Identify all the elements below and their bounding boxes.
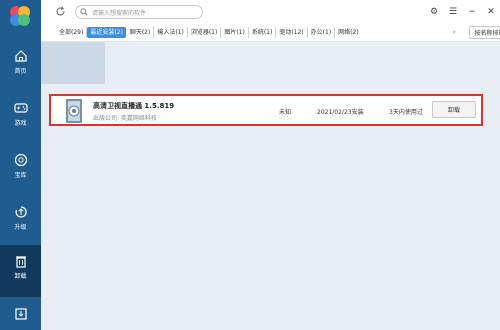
sidebar-item-label: 卸载	[14, 273, 27, 280]
app-size: 未知	[279, 109, 292, 116]
search-input[interactable]: 请输入想搜索的软件	[75, 5, 203, 19]
treasure-icon	[14, 153, 27, 167]
minimize-icon[interactable]: −	[467, 7, 477, 17]
search-icon	[80, 8, 88, 16]
uninstall-button[interactable]: 卸载	[432, 101, 476, 118]
sidebar-item-treasure[interactable]: 宝库	[0, 146, 41, 196]
sidebar-item-home[interactable]: 首页	[0, 42, 41, 92]
tab-image[interactable]: 图片(1)	[221, 27, 249, 38]
sidebar-item-label: 宝库	[14, 172, 27, 179]
tab-browser[interactable]: 浏览器(1)	[188, 27, 222, 38]
tab-network[interactable]: 网络(2)	[335, 27, 362, 38]
download-icon	[14, 308, 27, 320]
tab-chat[interactable]: 聊天(2)	[127, 27, 155, 38]
sidebar-item-upgrade[interactable]: 升级	[0, 198, 41, 248]
sidebar-item-uninstall[interactable]: 卸载	[0, 245, 41, 297]
search-placeholder: 请输入想搜索的软件	[92, 10, 147, 17]
sidebar-item-download[interactable]	[0, 300, 41, 330]
trash-icon	[15, 256, 26, 268]
sidebar-item-label: 首页	[14, 68, 27, 75]
tab-recent[interactable]: 最近安装(2)	[87, 27, 126, 38]
app-icon	[66, 99, 82, 123]
close-icon[interactable]: ✕	[486, 7, 496, 17]
gear-icon[interactable]: ⚙	[429, 7, 439, 17]
category-tabs-bar: 全部(29) 最近安装(2) 聊天(2) 输入法(1) 浏览器(1) 图片(1)…	[41, 24, 500, 42]
sort-dropdown[interactable]: 按名称排序 ▾	[469, 26, 500, 39]
menu-icon[interactable]: ☰	[448, 7, 458, 17]
home-icon	[14, 50, 27, 62]
sidebar: 首页 游戏 宝库 升级 卸载	[0, 0, 41, 330]
app-install-date: 2021/02/23安装	[317, 109, 364, 116]
window-controls: ⚙ ☰ − ✕	[429, 6, 496, 18]
tab-input-method[interactable]: 输入法(1)	[154, 27, 188, 38]
refresh-icon[interactable]	[55, 6, 66, 17]
tab-driver[interactable]: 驱动(12)	[276, 27, 308, 38]
category-tabs: 全部(29) 最近安装(2) 聊天(2) 输入法(1) 浏览器(1) 图片(1)…	[56, 27, 362, 38]
tab-office[interactable]: 办公(1)	[308, 27, 336, 38]
banner-placeholder	[41, 42, 105, 84]
app-row[interactable]: 高清卫视直播通 1.5.819 出版公司: 奕嘉网络科技 未知 2021/02/…	[49, 94, 483, 126]
app-list-area: 高清卫视直播通 1.5.819 出版公司: 奕嘉网络科技 未知 2021/02/…	[41, 42, 500, 330]
upgrade-icon	[14, 206, 27, 218]
sidebar-item-games[interactable]: 游戏	[0, 94, 41, 144]
tabs-more-icon[interactable]: ›	[453, 28, 456, 36]
top-bar: 请输入想搜索的软件 ⚙ ☰ − ✕	[41, 0, 500, 24]
app-usage: 3天内使用过	[389, 109, 423, 116]
gamepad-icon	[13, 103, 28, 113]
sort-label: 按名称排序	[474, 30, 500, 37]
logo-icon	[10, 6, 30, 26]
sidebar-item-label: 游戏	[14, 120, 27, 127]
app-name: 高清卫视直播通 1.5.819	[93, 102, 175, 110]
tab-all[interactable]: 全部(29)	[56, 27, 88, 38]
sidebar-item-label: 升级	[14, 224, 27, 231]
tab-system[interactable]: 系统(1)	[249, 27, 277, 38]
app-publisher: 出版公司: 奕嘉网络科技	[93, 115, 157, 122]
